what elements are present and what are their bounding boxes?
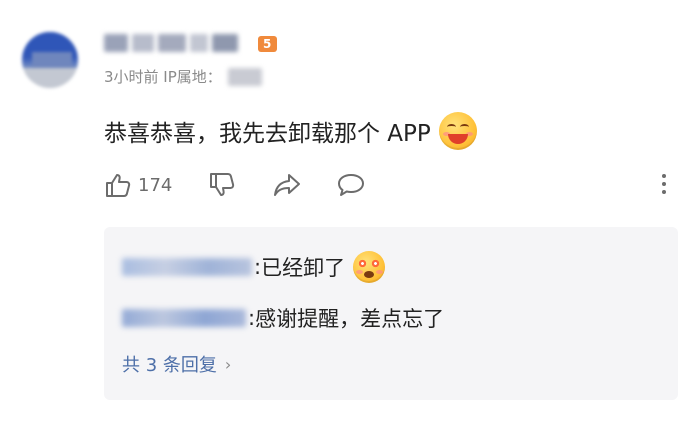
chevron-right-icon: › <box>224 354 232 374</box>
thumbs-down-icon <box>210 173 235 196</box>
reply-separator: : <box>248 306 256 330</box>
reply-item[interactable]: : 已经卸了 <box>122 251 386 283</box>
comment-actions: 174 <box>104 170 684 200</box>
comment-meta: 3小时前 IP属地： <box>104 66 262 87</box>
comment-bubble-icon <box>338 174 364 196</box>
avatar[interactable] <box>22 32 78 88</box>
thumbs-up-icon <box>106 174 131 197</box>
like-count: 174 <box>138 174 173 196</box>
replies-panel: : 已经卸了 : 感谢提醒，差点忘了 共 3 条回复 › <box>104 227 678 400</box>
level-badge: 5 <box>258 36 278 52</box>
timestamp-location: 3小时前 IP属地： <box>104 68 222 86</box>
comment-body: 恭喜恭喜，我先去卸载那个 APP <box>104 112 477 150</box>
reply-button[interactable] <box>336 170 366 200</box>
starry-eyes-emoji-icon <box>353 251 386 283</box>
reply-item[interactable]: : 感谢提醒，差点忘了 <box>122 303 444 333</box>
share-icon <box>274 174 300 196</box>
username-blur <box>104 34 128 52</box>
reply-text: 感谢提醒，差点忘了 <box>255 307 445 331</box>
location-blur <box>227 67 262 86</box>
more-options-icon[interactable] <box>661 174 667 196</box>
like-button[interactable]: 174 <box>104 170 172 200</box>
comment-text: 恭喜恭喜，我先去卸载那个 APP <box>104 121 431 147</box>
share-button[interactable] <box>272 170 302 200</box>
laughing-emoji-icon <box>438 112 477 150</box>
reply-text: 已经卸了 <box>261 256 346 280</box>
view-all-replies-link[interactable]: 共 3 条回复 › <box>122 351 231 377</box>
dislike-button[interactable] <box>208 170 236 200</box>
reply-author-blur[interactable] <box>122 258 252 276</box>
view-all-replies-label: 共 3 条回复 <box>122 355 217 376</box>
reply-author-blur[interactable] <box>122 309 246 327</box>
reply-separator: : <box>254 255 262 279</box>
username[interactable] <box>104 30 244 56</box>
